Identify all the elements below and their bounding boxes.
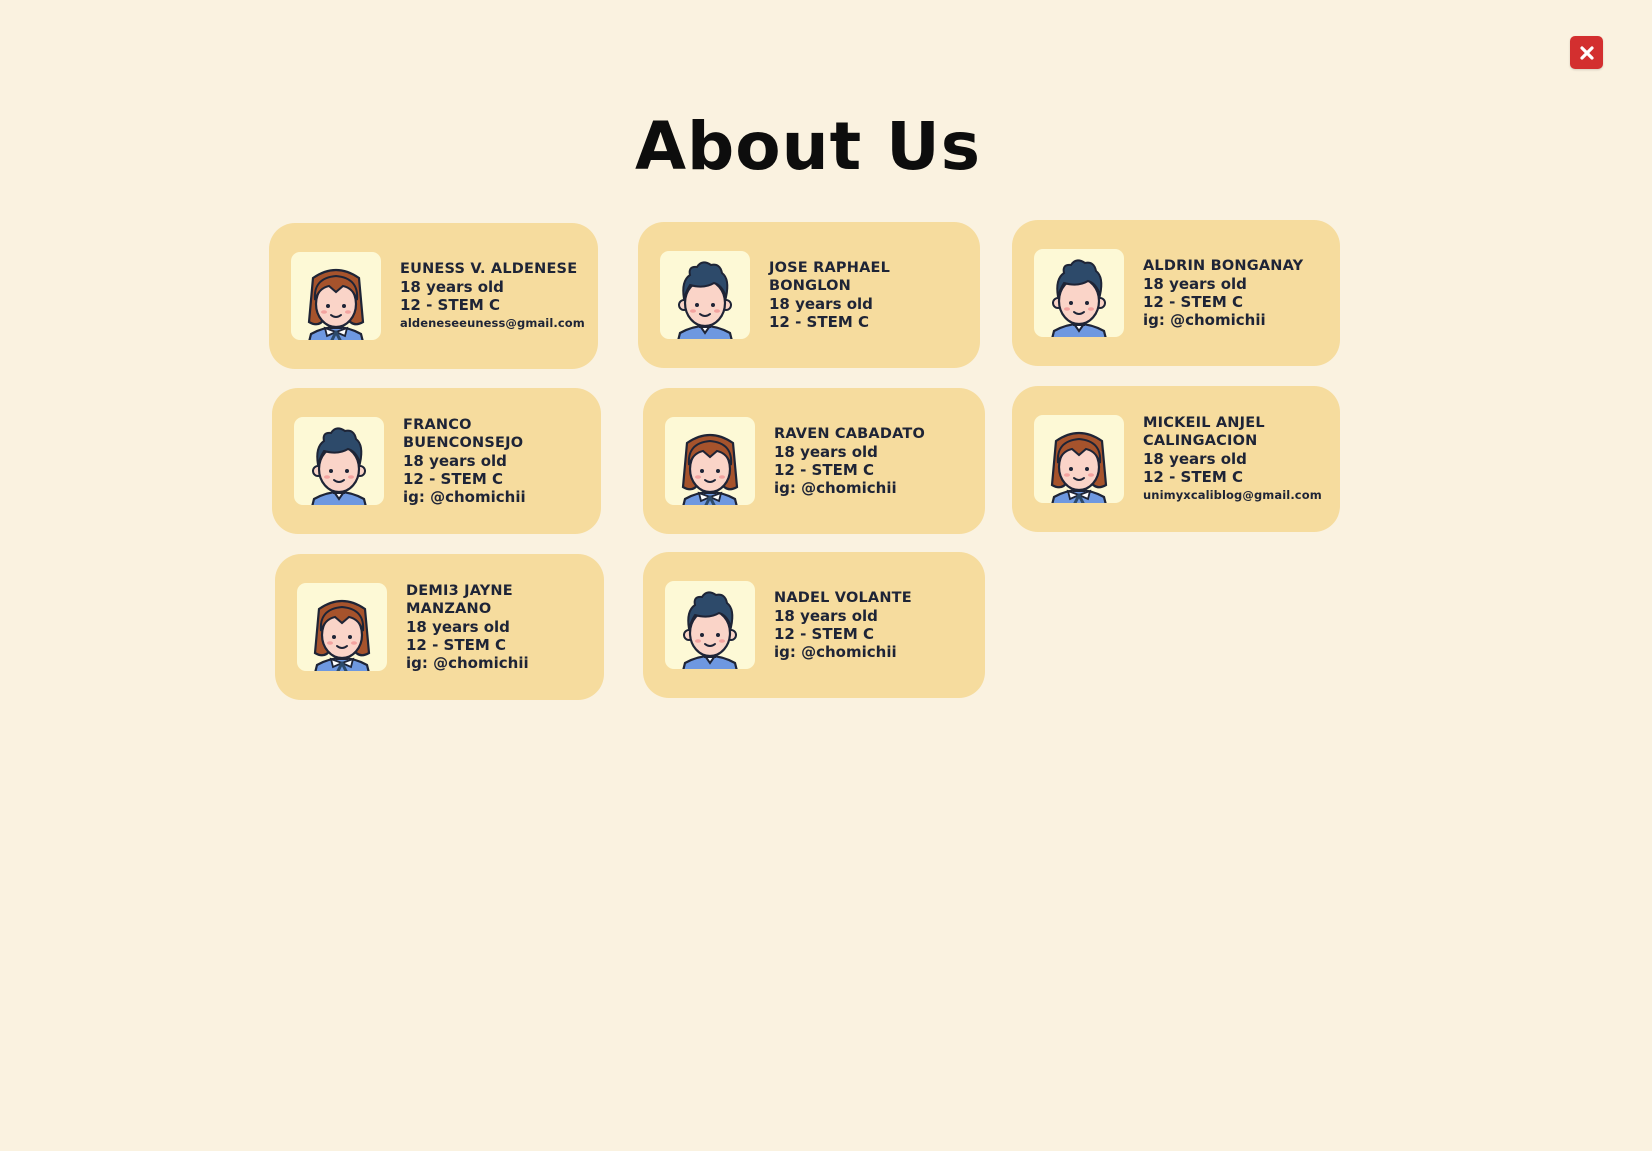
- girl-avatar-icon: [307, 268, 365, 340]
- member-contact: ig: @chomichii: [403, 488, 526, 506]
- member-card: ALDRIN BONGANAY 18 years old 12 - STEM Cig…: [1012, 220, 1340, 366]
- member-name: MICKEIL ANJEL: [1143, 415, 1265, 431]
- member-info: MICKEIL ANJEL CALINGACION 18 years old 12 -…: [1143, 386, 1330, 532]
- member-section: 12 - STEM C: [406, 636, 506, 654]
- boy-avatar-icon: [677, 261, 733, 339]
- member-age: 18 years old: [400, 278, 504, 296]
- member-name: JOSE RAPHAEL: [769, 260, 891, 276]
- member-age: 18 years old: [403, 452, 507, 470]
- member-info: NADEL VOLANTE 18 years old 12 - STEM Cig: …: [774, 552, 975, 698]
- boy-avatar-icon: [311, 427, 367, 505]
- close-button[interactable]: [1570, 36, 1603, 69]
- member-age: 18 years old: [1143, 275, 1247, 293]
- member-name: FRANCO: [403, 417, 472, 433]
- avatar: [297, 583, 387, 671]
- member-name: CALINGACION: [1143, 433, 1258, 449]
- member-card: DEMI3 JAYNE MANZANO 18 years old 12 - STEM …: [275, 554, 604, 700]
- avatar: [291, 252, 381, 340]
- member-section: 12 - STEM C: [400, 296, 500, 314]
- member-name: ALDRIN BONGANAY: [1143, 258, 1304, 274]
- member-card: NADEL VOLANTE 18 years old 12 - STEM Cig: …: [643, 552, 985, 698]
- member-info: RAVEN CABADATO 18 years old 12 - STEM Cig:…: [774, 388, 975, 534]
- member-card: EUNESS V. ALDENESE 18 years old 12 - STEM …: [269, 223, 598, 369]
- member-contact: unimyxcaliblog@gmail.com: [1143, 488, 1322, 502]
- avatar: [665, 417, 755, 505]
- member-name: BUENCONSEJO: [403, 435, 524, 451]
- member-section: 12 - STEM C: [774, 625, 874, 643]
- member-name: NADEL VOLANTE: [774, 590, 912, 606]
- member-card: JOSE RAPHAEL BONGLON 18 years old 12 - STEM…: [638, 222, 980, 368]
- member-contact: ig: @chomichii: [774, 479, 897, 497]
- member-card: MICKEIL ANJEL CALINGACION 18 years old 12 -…: [1012, 386, 1340, 532]
- member-age: 18 years old: [774, 443, 878, 461]
- page-title: About Us: [634, 108, 982, 185]
- member-section: 12 - STEM C: [774, 461, 874, 479]
- girl-avatar-icon: [1050, 431, 1108, 503]
- member-contact: ig: @chomichii: [406, 654, 529, 672]
- member-age: 18 years old: [1143, 450, 1247, 468]
- member-contact: ig: @chomichii: [1143, 311, 1266, 329]
- member-age: 18 years old: [406, 618, 510, 636]
- member-card: RAVEN CABADATO 18 years old 12 - STEM Cig:…: [643, 388, 985, 534]
- avatar: [660, 251, 750, 339]
- member-info: DEMI3 JAYNE MANZANO 18 years old 12 - STEM …: [406, 554, 594, 700]
- avatar: [665, 581, 755, 669]
- avatar: [294, 417, 384, 505]
- member-contact: ig: @chomichii: [774, 643, 897, 661]
- member-section: 12 - STEM C: [403, 470, 503, 488]
- boy-avatar-icon: [682, 591, 738, 669]
- girl-avatar-icon: [313, 599, 371, 671]
- member-info: FRANCO BUENCONSEJO 18 years old 12 - STEM C…: [403, 388, 591, 534]
- member-section: 12 - STEM C: [769, 313, 869, 331]
- member-age: 18 years old: [774, 607, 878, 625]
- member-contact: aldeneseeuness@gmail.com: [400, 316, 585, 330]
- girl-avatar-icon: [681, 433, 739, 505]
- boy-avatar-icon: [1051, 259, 1107, 337]
- member-info: JOSE RAPHAEL BONGLON 18 years old 12 - STEM…: [769, 222, 970, 368]
- member-name: RAVEN CABADATO: [774, 426, 926, 442]
- member-card: FRANCO BUENCONSEJO 18 years old 12 - STEM C…: [272, 388, 601, 534]
- member-info: ALDRIN BONGANAY 18 years old 12 - STEM Cig…: [1143, 220, 1330, 366]
- member-section: 12 - STEM C: [1143, 468, 1243, 486]
- member-name: DEMI3 JAYNE: [406, 583, 513, 599]
- close-x-icon: [1579, 45, 1594, 60]
- member-name: MANZANO: [406, 601, 492, 617]
- member-info: EUNESS V. ALDENESE 18 years old 12 - STEM …: [400, 223, 588, 369]
- member-name: EUNESS V. ALDENESE: [400, 261, 578, 277]
- avatar: [1034, 249, 1124, 337]
- member-name: BONGLON: [769, 278, 851, 294]
- avatar: [1034, 415, 1124, 503]
- member-age: 18 years old: [769, 295, 873, 313]
- member-section: 12 - STEM C: [1143, 293, 1243, 311]
